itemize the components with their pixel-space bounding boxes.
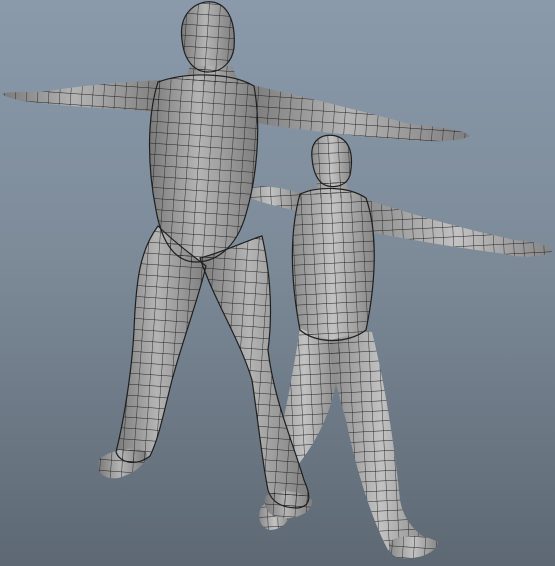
- front-body-wireframe: [2, 1, 470, 559]
- viewport-scene: [2, 1, 552, 559]
- 3d-viewport[interactable]: [0, 0, 555, 566]
- front-view-body-mesh[interactable]: [2, 1, 470, 559]
